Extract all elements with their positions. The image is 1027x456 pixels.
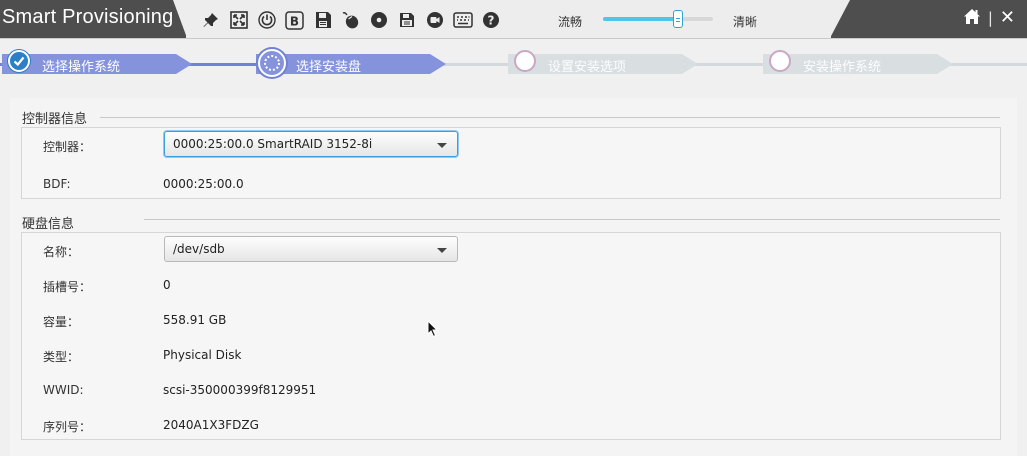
floppy-disk-icon[interactable]	[312, 10, 333, 30]
close-icon[interactable]: ✕	[1000, 9, 1015, 27]
quality-slider[interactable]	[603, 10, 713, 28]
section-divider	[100, 117, 1000, 118]
save-icon[interactable]	[396, 10, 417, 30]
step-label: 安装操作系统	[803, 60, 882, 75]
help-icon[interactable]: ?	[480, 10, 501, 30]
top-toolbar: Smart Provisioning B ? 流畅 清晰 | ✕	[0, 0, 1027, 39]
wwid-value: scsi-350000399f8129951	[163, 383, 317, 397]
serial-label: 序列号：	[43, 420, 92, 434]
pin-icon[interactable]	[200, 10, 221, 30]
home-icon[interactable]	[963, 8, 981, 28]
svg-text:?: ?	[487, 14, 494, 28]
disk-select-value: /dev/sdb	[173, 242, 225, 256]
controller-label: 控制器：	[43, 140, 92, 154]
type-label: 类型：	[43, 350, 80, 364]
b-icon[interactable]: B	[284, 10, 305, 30]
pending-circle-icon	[769, 50, 791, 72]
step-label: 选择操作系统	[42, 60, 121, 75]
power-icon[interactable]	[256, 10, 277, 30]
window-title: Smart Provisioning	[2, 6, 174, 28]
svg-text:B: B	[290, 14, 299, 28]
main-content: 控制器信息 控制器： 0000:25:00.0 SmartRAID 3152-8…	[10, 98, 1017, 456]
chevron-down-icon	[437, 248, 447, 253]
wizard-stepper: 选择操作系统 选择安装盘 设置安装选项 安装操作系统	[0, 46, 1027, 80]
window-controls-separator: |	[987, 9, 993, 27]
disc-icon[interactable]	[368, 10, 389, 30]
capacity-value: 558.91 GB	[163, 313, 227, 327]
fullscreen-icon[interactable]	[228, 10, 249, 30]
window-controls: | ✕	[963, 8, 1015, 28]
serial-value: 2040A1X3FDZG	[163, 418, 259, 432]
bdf-label: BDF:	[43, 177, 71, 191]
wwid-label: WWID:	[43, 383, 84, 397]
mouse-icon[interactable]	[340, 10, 361, 30]
record-icon[interactable]	[424, 10, 445, 30]
disk-info-box: 名称： /dev/sdb 插槽号： 0 容量： 558.91 GB 类型： Ph…	[21, 232, 1001, 440]
toolbar-icons: B ?	[200, 10, 508, 30]
step-label: 设置安装选项	[548, 60, 627, 75]
disk-select[interactable]: /dev/sdb	[164, 236, 458, 262]
mouse-cursor-icon	[427, 319, 439, 341]
progress-circle-icon	[258, 49, 286, 77]
section-divider	[144, 219, 1000, 220]
quality-slider-thumb[interactable]	[672, 10, 683, 28]
title-tab: Smart Provisioning	[0, 0, 186, 38]
slot-value: 0	[163, 278, 171, 292]
quality-smooth-label: 流畅	[558, 15, 583, 29]
disk-name-label: 名称：	[43, 245, 80, 259]
quality-clear-label: 清晰	[733, 15, 758, 29]
window-controls-tab: | ✕	[830, 0, 1027, 38]
controller-info-box: 控制器： 0000:25:00.0 SmartRAID 3152-8i BDF:…	[21, 127, 1001, 199]
controller-select[interactable]: 0000:25:00.0 SmartRAID 3152-8i	[164, 131, 458, 157]
quality-slider-fill	[603, 17, 678, 21]
chevron-down-icon	[437, 143, 447, 148]
controller-section-title: 控制器信息	[22, 112, 88, 127]
disk-section-title: 硬盘信息	[22, 217, 75, 232]
controller-select-value: 0000:25:00.0 SmartRAID 3152-8i	[173, 137, 373, 151]
check-circle-icon	[8, 50, 30, 72]
pending-circle-icon	[514, 50, 536, 72]
capacity-label: 容量：	[43, 315, 80, 329]
bdf-value: 0000:25:00.0	[163, 177, 244, 191]
slot-label: 插槽号：	[43, 280, 92, 294]
step-label: 选择安装盘	[296, 60, 362, 75]
keyboard-icon[interactable]	[452, 10, 473, 30]
type-value: Physical Disk	[163, 348, 242, 362]
